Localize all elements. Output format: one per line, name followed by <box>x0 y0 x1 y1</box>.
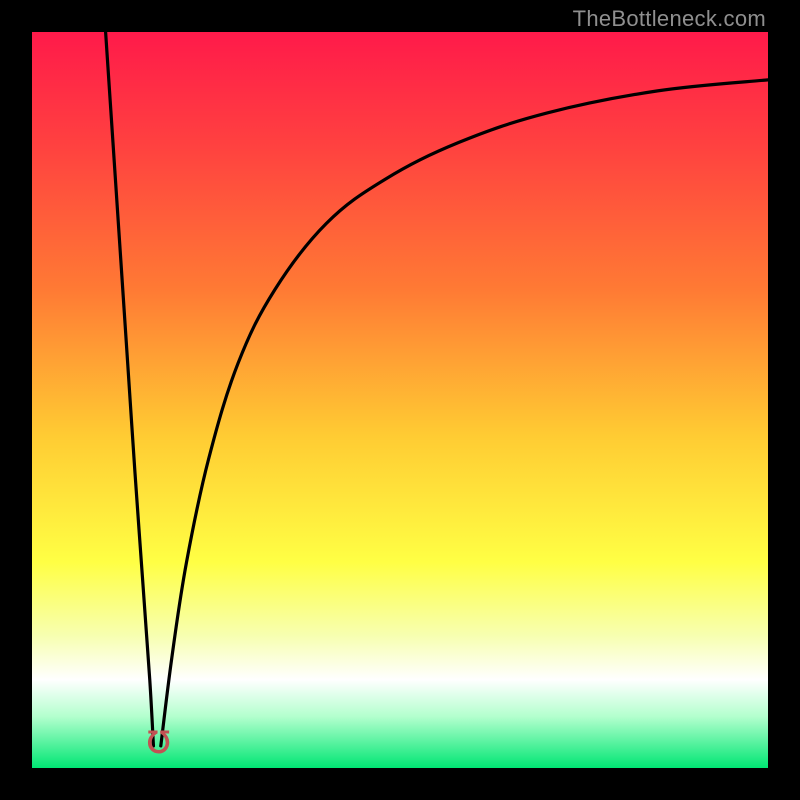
watermark-text: TheBottleneck.com <box>573 6 766 32</box>
chart-frame: ᘮ TheBottleneck.com <box>0 0 800 800</box>
optimum-marker: ᘮ <box>147 729 170 759</box>
bottleneck-curve <box>32 32 768 768</box>
plot-area: ᘮ <box>32 32 768 768</box>
